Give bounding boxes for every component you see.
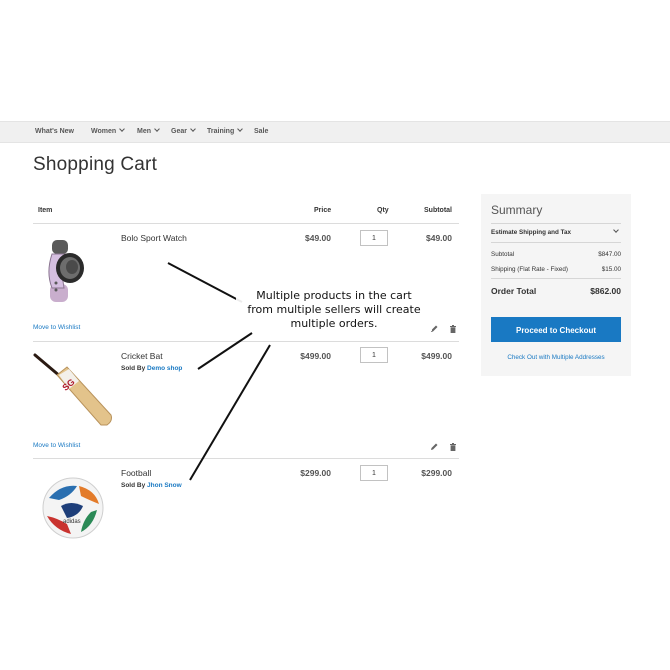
callout-line: Multiple products in the cart — [256, 289, 412, 302]
callout-pointer-lines — [167, 262, 271, 481]
callout-line: multiple orders. — [290, 317, 378, 330]
callout-line: from multiple sellers will create — [247, 303, 421, 316]
annotation-callout: Multiple products in the cart from multi… — [236, 289, 432, 331]
